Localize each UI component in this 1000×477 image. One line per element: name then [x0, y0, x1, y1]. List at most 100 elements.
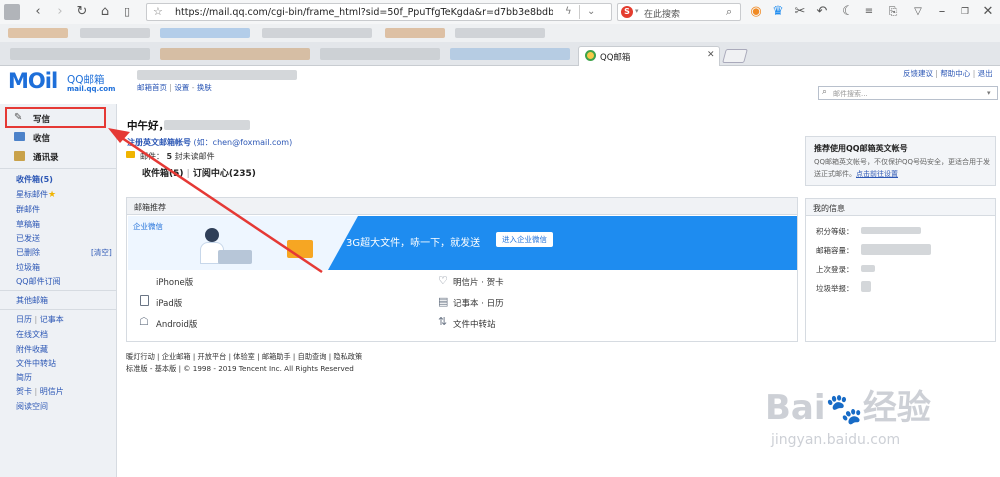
search-icon[interactable]: ⌕ [726, 5, 732, 19]
chevron-down-icon[interactable]: ⌄ [587, 6, 595, 17]
folder-inbox[interactable]: 收件箱(5) [16, 174, 53, 185]
nav-home[interactable]: 邮箱首页 [137, 83, 167, 92]
tab-background[interactable] [10, 48, 150, 60]
forward-icon[interactable]: › [52, 4, 68, 20]
scissors-icon[interactable]: ✂ [792, 4, 808, 20]
app-postcard[interactable]: 明信片 · 贺卡 [453, 276, 504, 288]
night-mode-icon[interactable]: ☾ [840, 4, 856, 20]
minimize-icon[interactable]: – [934, 4, 950, 20]
folder-deleted[interactable]: 已删除 [16, 247, 40, 258]
app-iphone[interactable]: iPhone版 [156, 276, 193, 288]
postcard-link[interactable]: 明信片 [40, 387, 64, 396]
close-tab-icon[interactable]: ✕ [707, 50, 715, 60]
app-file-transfer[interactable]: 文件中转站 [453, 318, 496, 330]
reading-mode-icon[interactable]: ▯ [119, 4, 135, 20]
footer-link[interactable]: 开放平台 [198, 352, 227, 361]
tab-qq-mail[interactable]: QQ邮箱 ✕ [578, 46, 720, 66]
nav-skin[interactable]: 换肤 [197, 83, 212, 92]
bookmark-item[interactable] [262, 28, 372, 38]
reload-icon[interactable]: ↻ [74, 4, 90, 20]
folder-drafts[interactable]: 草稿箱 [16, 219, 40, 230]
attachment-favorites-link[interactable]: 附件收藏 [16, 344, 48, 355]
chevron-down-icon[interactable]: ▾ [987, 89, 991, 97]
clear-trash-link[interactable]: [清空] [91, 247, 112, 258]
version-links[interactable]: 标准版 - 基本版 [126, 364, 176, 373]
logout-link[interactable]: 退出 [978, 69, 993, 78]
envelope-icon [126, 151, 135, 158]
profile-avatar[interactable] [4, 4, 20, 20]
contacts-button[interactable]: 通讯录 [33, 151, 59, 163]
back-icon[interactable]: ‹ [30, 4, 46, 20]
baidu-jingyan-watermark: Bai🐾经验 jingyan.baidu.com [765, 380, 995, 460]
app-notebook[interactable]: 记事本 · 日历 [453, 297, 504, 309]
english-account-example: (如：chen@foxmail.com) [193, 138, 293, 147]
footer-link[interactable]: 邮箱助手 [262, 352, 291, 361]
folder-starred[interactable]: 星标邮件★ [16, 189, 56, 200]
wecom-banner[interactable]: 企业微信 3G超大文件，哧一下，就发送 进入企业微信 [128, 216, 797, 270]
unread-summary: 邮件： 5 封未读邮件 [140, 151, 215, 162]
footer-link[interactable]: 暖灯行动 [126, 352, 155, 361]
file-transfer-link[interactable]: 文件中转站 [16, 358, 56, 369]
banner-text: 3G超大文件，哧一下，就发送 [346, 238, 481, 249]
footer-link[interactable]: 企业邮箱 [162, 352, 191, 361]
browser-search-box[interactable]: S ▾ 在此搜索 ⌕ [617, 3, 741, 21]
mail-search-input[interactable]: ⌕ 邮件搜索... ▾ [818, 86, 998, 100]
new-tab-button[interactable] [722, 49, 748, 63]
close-icon[interactable]: ✕ [980, 4, 996, 20]
undo-icon[interactable]: ↶ [814, 4, 830, 20]
logo-wordmark[interactable]: MOil [8, 69, 58, 93]
english-account-link[interactable]: 注册英文邮箱帐号 [127, 138, 191, 147]
bookmark-star-icon[interactable]: ☆ [153, 5, 163, 18]
go-settings-link[interactable]: 点击前往设置 [856, 170, 898, 178]
promo-panel: 邮箱推荐 企业微信 3G超大文件，哧一下，就发送 进入企业微信 iPhone版 … [126, 197, 798, 342]
app-android[interactable]: Android版 [156, 318, 197, 330]
lightning-icon[interactable]: ϟ [565, 6, 572, 17]
bookmark-item[interactable] [80, 28, 150, 38]
tab-background[interactable] [160, 48, 310, 60]
address-bar[interactable]: ☆ https://mail.qq.com/cgi-bin/frame_html… [146, 3, 612, 21]
footer-link[interactable]: 自助查询 [298, 352, 327, 361]
watermark-domain: jingyan.baidu.com [771, 432, 901, 448]
tab-background[interactable] [320, 48, 440, 60]
resume-link[interactable]: 简历 [16, 372, 32, 383]
footer-link[interactable]: 隐私政策 [333, 352, 362, 361]
online-docs-link[interactable]: 在线文档 [16, 329, 48, 340]
tools-row-cards: 贺卡 | 明信片 [16, 387, 64, 396]
folder-sent[interactable]: 已发送 [16, 233, 40, 244]
chevron-down-icon[interactable]: ▾ [635, 7, 639, 15]
maximize-icon[interactable]: ❐ [957, 4, 973, 20]
greeting-card-link[interactable]: 贺卡 [16, 387, 32, 396]
english-account-desc: QQ邮箱英文帐号，不仅保护QQ号码安全，更适合用于发送正式邮件。点击前往设置 [814, 156, 992, 180]
calendar-link[interactable]: 日历 [16, 315, 32, 324]
info-value-blurred [861, 281, 871, 292]
receive-button[interactable]: 收信 [33, 132, 50, 144]
inbox-count-link[interactable]: 收件箱(5) [142, 169, 184, 179]
folder-subscriptions[interactable]: QQ邮件订阅 [16, 276, 61, 287]
folder-starred-label: 星标邮件 [16, 190, 48, 199]
window-restore-icon[interactable]: ⎘ [885, 4, 901, 20]
notebook-link[interactable]: 记事本 [40, 315, 64, 324]
footer-link[interactable]: 体验室 [233, 352, 255, 361]
skin-icon[interactable]: ▽ [910, 4, 926, 20]
app-ipad[interactable]: iPad版 [156, 297, 182, 309]
footer-links: 暖灯行动 | 企业邮箱 | 开放平台 | 体验室 | 邮箱助手 | 自助查询 |… [126, 352, 363, 361]
folder-spam[interactable]: 垃圾箱 [16, 262, 40, 273]
bookmark-item[interactable] [8, 28, 68, 38]
subscription-center-link[interactable]: 订阅中心(235) [193, 169, 256, 179]
compose-button[interactable]: 写信 [33, 113, 50, 125]
other-mailbox-link[interactable]: 其他邮箱 [16, 295, 48, 306]
feedback-link[interactable]: 反馈建议 [903, 69, 933, 78]
bookmark-item[interactable] [455, 28, 545, 38]
reading-space-link[interactable]: 阅读空间 [16, 401, 48, 412]
help-link[interactable]: 帮助中心 [940, 69, 970, 78]
folder-group[interactable]: 群邮件 [16, 204, 40, 215]
bookmark-item[interactable] [385, 28, 445, 38]
bookmark-item[interactable] [160, 28, 250, 38]
home-icon[interactable]: ⌂ [97, 4, 113, 20]
game-icon[interactable]: ◉ [748, 4, 764, 20]
nav-settings[interactable]: 设置 [174, 83, 189, 92]
menu-icon[interactable]: ≡ [861, 4, 877, 20]
enter-wecom-button[interactable]: 进入企业微信 [496, 232, 553, 247]
tab-background[interactable] [450, 48, 570, 60]
crown-icon[interactable]: ♛ [770, 4, 786, 20]
